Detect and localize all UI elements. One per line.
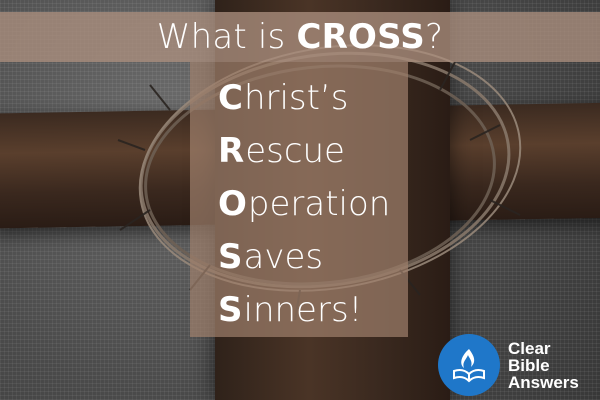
page-title: What is CROSS? bbox=[157, 17, 443, 57]
acrostic-initial: S bbox=[218, 237, 243, 277]
title-keyword: CROSS bbox=[296, 17, 425, 57]
acrostic-initial: S bbox=[218, 290, 243, 330]
acrostic-line-1: Christ’s bbox=[218, 72, 390, 125]
acrostic-line-2: Rescue bbox=[218, 125, 390, 178]
clear-bible-answers-logo: Clear Bible Answers bbox=[438, 333, 598, 397]
acrostic-rest: inners! bbox=[243, 290, 363, 330]
acrostic-rest: escue bbox=[245, 131, 345, 171]
background-image: What is CROSS? Christ’s Rescue Operation… bbox=[0, 0, 600, 400]
logo-text: Clear Bible Answers bbox=[508, 340, 579, 391]
title-prefix: What is bbox=[156, 17, 297, 57]
acrostic-rest: peration bbox=[247, 184, 391, 224]
acrostic-initial: R bbox=[218, 131, 245, 171]
acrostic-list: Christ’s Rescue Operation Saves Sinners! bbox=[218, 72, 390, 337]
logo-line-bible: Bible bbox=[508, 355, 550, 375]
acrostic-line-5: Sinners! bbox=[218, 284, 390, 337]
acrostic-rest: hrist’s bbox=[243, 78, 349, 118]
logo-line-clear: Clear bbox=[508, 338, 551, 358]
logo-circle bbox=[438, 334, 500, 396]
acrostic-initial: O bbox=[218, 184, 247, 224]
acrostic-line-3: Operation bbox=[218, 178, 390, 231]
acrostic-rest: aves bbox=[243, 237, 324, 277]
flame-book-icon bbox=[453, 349, 485, 383]
acrostic-initial: C bbox=[218, 78, 243, 118]
acrostic-line-4: Saves bbox=[218, 231, 390, 284]
title-suffix: ? bbox=[424, 17, 444, 57]
title-band: What is CROSS? bbox=[0, 12, 600, 62]
logo-line-answers: Answers bbox=[508, 372, 579, 392]
